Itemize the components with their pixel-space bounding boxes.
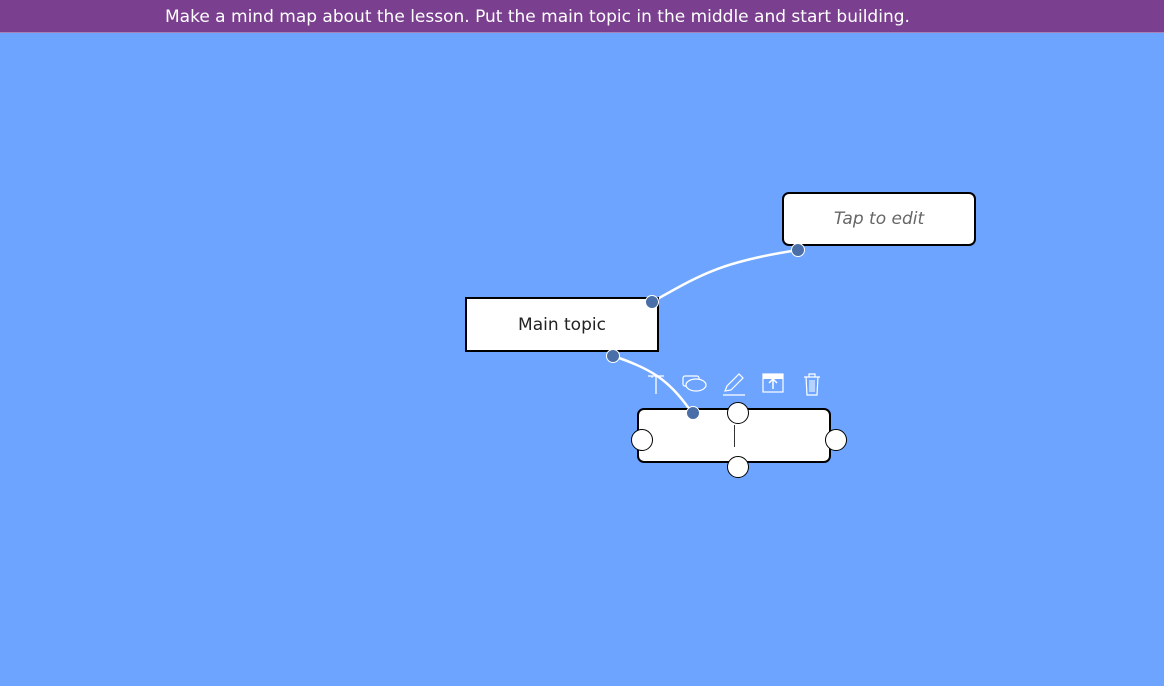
text-caret bbox=[734, 425, 735, 447]
resize-handle-top[interactable] bbox=[727, 402, 749, 424]
trash-icon[interactable] bbox=[798, 370, 826, 398]
resize-handle-right[interactable] bbox=[825, 429, 847, 451]
mindmap-canvas[interactable] bbox=[0, 34, 1164, 686]
child-node-label: Tap to edit bbox=[833, 209, 925, 229]
fill-icon[interactable] bbox=[759, 370, 787, 398]
child-node[interactable]: Tap to edit bbox=[782, 192, 976, 246]
instruction-text: Make a mind map about the lesson. Put th… bbox=[165, 7, 910, 27]
anchor-main-top-right[interactable] bbox=[645, 295, 659, 309]
main-topic-node[interactable]: Main topic bbox=[465, 297, 659, 352]
anchor-new-top[interactable] bbox=[686, 406, 700, 420]
main-topic-label: Main topic bbox=[518, 314, 606, 335]
resize-handle-left[interactable] bbox=[631, 429, 653, 451]
anchor-main-bottom[interactable] bbox=[606, 349, 620, 363]
instruction-banner: Make a mind map about the lesson. Put th… bbox=[0, 0, 1164, 33]
text-icon[interactable] bbox=[642, 370, 670, 398]
resize-handle-bottom[interactable] bbox=[727, 456, 749, 478]
shape-icon[interactable] bbox=[681, 370, 709, 398]
pencil-icon[interactable] bbox=[720, 370, 748, 398]
anchor-child-bottom[interactable] bbox=[791, 243, 805, 257]
